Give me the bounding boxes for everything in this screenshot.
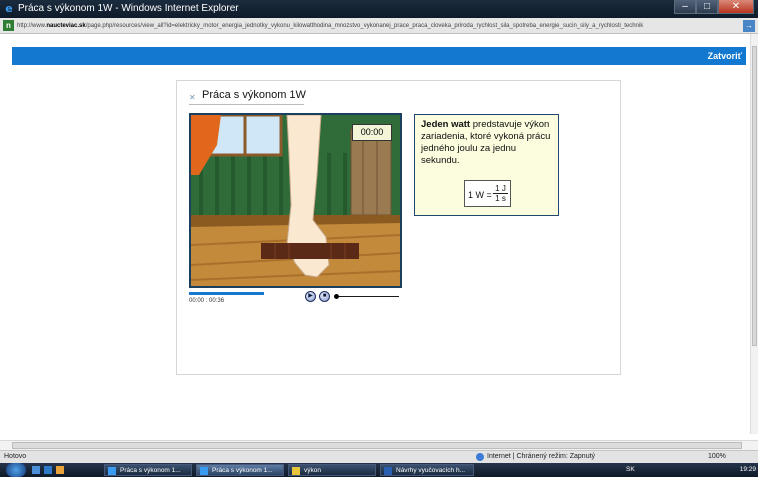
close-window-button[interactable]: ✕	[718, 0, 754, 14]
go-icon[interactable]: →	[743, 20, 755, 32]
status-text: Hotovo	[4, 453, 27, 460]
horizontal-scroll-thumb[interactable]	[12, 442, 742, 449]
window-title: Práca s výkonom 1W - Windows Internet Ex…	[18, 3, 239, 14]
formula-fraction: 1 J 1 s	[493, 184, 508, 204]
maximize-button[interactable]: □	[696, 0, 718, 14]
taskbar-label: Návrhy vyučovacích h...	[396, 467, 465, 474]
video-timer: 00:00	[352, 124, 392, 141]
taskbar-label: Práca s výkonom 1...	[120, 467, 181, 474]
address-bar[interactable]: n http://www.naucteviac.sk/page.php/reso…	[0, 18, 758, 34]
url-domain: naucteviac.sk	[46, 23, 86, 29]
page-header-bar: Zatvoriť	[12, 47, 746, 65]
stop-button[interactable]: ■	[319, 291, 330, 302]
time-total: 00:36	[209, 298, 225, 304]
minimize-button[interactable]: ‒	[674, 0, 696, 14]
formula-numerator: 1 J	[493, 184, 508, 194]
time-current: 00:00	[189, 298, 205, 304]
url-prefix: http://www.	[17, 23, 47, 29]
clock[interactable]: 19:29	[740, 463, 756, 477]
vertical-scrollbar[interactable]	[750, 34, 758, 434]
browser-window: e Práca s výkonom 1W - Windows Internet …	[0, 0, 758, 477]
taskbar-item[interactable]: Návrhy vyučovacích h...	[380, 464, 474, 476]
taskbar: Práca s výkonom 1... Práca s výkonom 1..…	[0, 463, 758, 477]
taskbar-label: Práca s výkonom 1...	[212, 467, 273, 474]
internet-explorer-icon: e	[5, 2, 13, 15]
system-tray: SK 19:29	[620, 463, 758, 477]
formula-lhs: 1 W =	[468, 190, 492, 200]
quicklaunch-ie-icon[interactable]	[44, 466, 52, 474]
play-button[interactable]: ▶	[305, 291, 316, 302]
zatvorit-link[interactable]: Zatvoriť	[708, 49, 742, 63]
language-indicator[interactable]: SK	[626, 463, 635, 477]
show-desktop-icon[interactable]	[32, 466, 40, 474]
ie-icon	[200, 467, 208, 475]
security-zone: Internet | Chránený režim: Zapnutý	[487, 453, 596, 460]
taskbar-item[interactable]: výkon	[288, 464, 376, 476]
word-icon	[384, 467, 392, 475]
video-time: 00:00 : 00:36	[189, 298, 225, 304]
start-button[interactable]	[6, 463, 26, 477]
ie-icon	[108, 467, 116, 475]
window-title-bar[interactable]: e Práca s výkonom 1W - Windows Internet …	[0, 0, 758, 18]
site-icon: n	[3, 20, 14, 31]
content-panel: ✕ Práca s výkonom 1W 00:00 Jeden watt pr…	[176, 80, 621, 375]
info-bold-text: Jeden watt	[421, 119, 471, 130]
taskbar-label: výkon	[304, 467, 321, 474]
address-url[interactable]: http://www.naucteviac.sk/page.php/resour…	[17, 21, 739, 31]
internet-zone-icon	[476, 453, 484, 461]
panel-title: Práca s výkonom 1W	[202, 89, 306, 101]
watt-formula: 1 W = 1 J 1 s	[464, 180, 511, 207]
volume-knob[interactable]	[334, 294, 339, 299]
animation-video[interactable]: 00:00	[189, 113, 402, 288]
formula-denominator: 1 s	[495, 194, 506, 203]
volume-slider[interactable]	[337, 296, 399, 297]
status-bar: Hotovo Internet | Chránený režim: Zapnut…	[0, 450, 758, 463]
video-progress-bar[interactable]	[189, 292, 264, 295]
vertical-scroll-thumb[interactable]	[752, 46, 757, 346]
url-path: /page.php/resources/view_all?id=elektric…	[85, 23, 644, 29]
taskbar-item[interactable]: Práca s výkonom 1...	[196, 464, 284, 476]
horizontal-scrollbar[interactable]	[0, 440, 758, 450]
folder-icon	[292, 467, 300, 475]
quicklaunch-media-icon[interactable]	[56, 466, 64, 474]
zoom-level[interactable]: 100%	[708, 451, 726, 463]
taskbar-item[interactable]: Práca s výkonom 1...	[104, 464, 192, 476]
title-divider	[189, 104, 304, 105]
close-icon[interactable]: ✕	[189, 94, 197, 102]
info-box: Jeden watt predstavuje výkon zariadenia,…	[414, 114, 559, 216]
